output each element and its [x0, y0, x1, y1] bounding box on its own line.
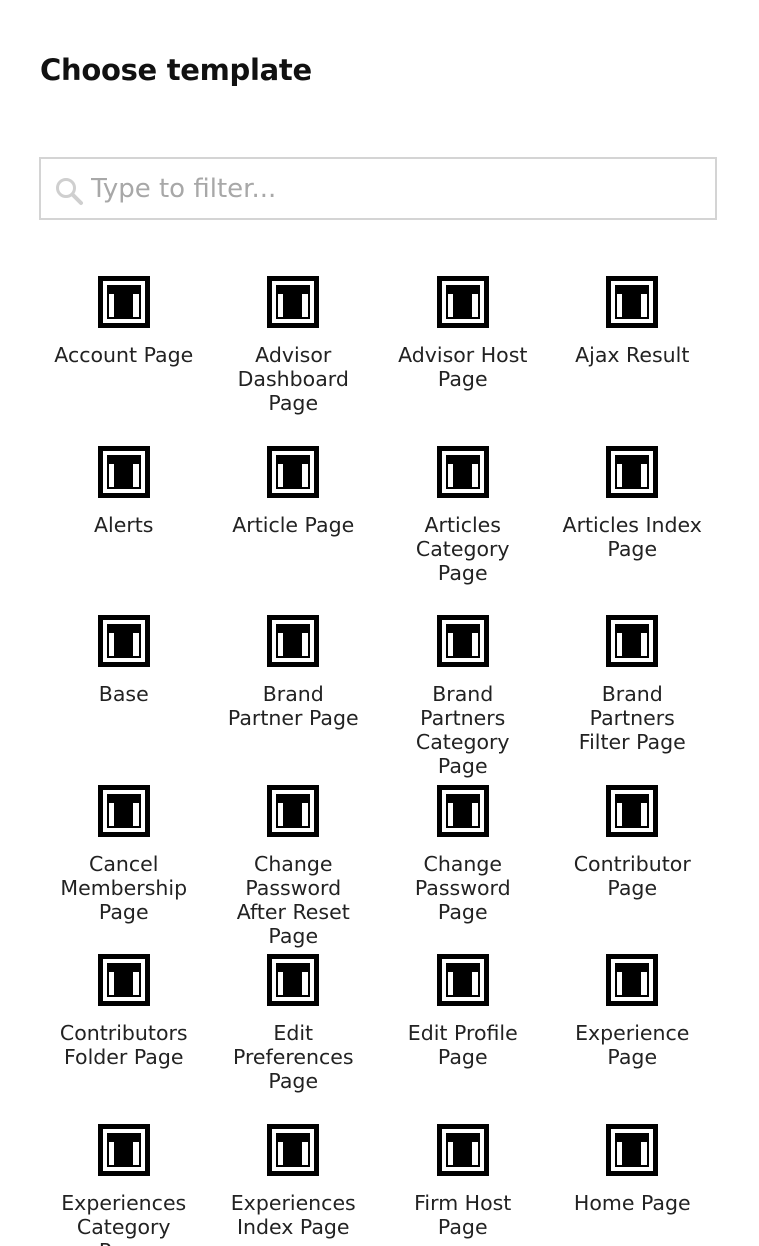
template-icon [267, 445, 320, 498]
choose-template-dialog: Choose template Account Page Advisor Das… [0, 0, 759, 1246]
template-icon [436, 784, 489, 837]
template-icon [267, 1123, 320, 1176]
template-label: Cancel Membership Page [60, 851, 188, 924]
template-label: Firm Host Page [414, 1190, 512, 1239]
template-icon [97, 1123, 150, 1176]
template-icon [97, 784, 150, 837]
template-label: Change Password Page [414, 851, 511, 924]
template-tile-account-page[interactable]: Account Page [39, 276, 209, 446]
template-tile-brand-partners-category-page[interactable]: Brand Partners Category Page [378, 615, 548, 785]
template-icon [606, 1123, 659, 1176]
template-label: Edit Profile Page [407, 1021, 518, 1069]
template-icon [97, 954, 150, 1006]
template-icon [606, 954, 659, 1006]
template-icon [436, 1123, 489, 1176]
template-label: Account Page [54, 343, 194, 367]
search-icon [56, 178, 83, 205]
template-icon [606, 784, 659, 837]
template-tile-contributors-folder-page[interactable]: Contributors Folder Page [39, 954, 209, 1124]
template-icon [97, 276, 150, 328]
template-icon [267, 276, 320, 328]
template-icon [97, 615, 150, 667]
template-tile-ajax-result[interactable]: Ajax Result [548, 276, 718, 446]
template-icon [606, 276, 659, 328]
template-icon [267, 615, 320, 667]
template-tile-edit-profile-page[interactable]: Edit Profile Page [378, 954, 548, 1124]
template-icon [436, 954, 489, 1006]
template-icon [606, 445, 659, 498]
template-icon [267, 784, 320, 837]
template-tile-experience-page[interactable]: Experience Page [548, 954, 718, 1124]
template-label: Change Password After Reset Page [236, 851, 350, 948]
template-icon [436, 276, 489, 328]
template-label: Edit Preferences Page [232, 1021, 354, 1093]
dialog-title: Choose template [40, 53, 312, 87]
filter-box[interactable] [39, 157, 717, 220]
template-label: Home Page [573, 1190, 691, 1215]
template-tile-contributor-page[interactable]: Contributor Page [548, 784, 718, 955]
template-label: Base [98, 682, 149, 706]
template-icon [267, 954, 320, 1006]
template-tile-alerts[interactable]: Alerts [39, 445, 209, 616]
template-tile-change-password-after-reset-page[interactable]: Change Password After Reset Page [209, 784, 379, 955]
template-tile-cancel-membership-page[interactable]: Cancel Membership Page [39, 784, 209, 955]
template-grid: Account Page Advisor Dashboard Page Advi… [39, 276, 717, 1246]
template-tile-firm-host-page[interactable]: Firm Host Page [378, 1123, 548, 1246]
template-tile-advisor-host-page[interactable]: Advisor Host Page [378, 276, 548, 446]
template-icon [606, 615, 659, 667]
template-label: Contributor Page [573, 851, 691, 900]
template-tile-change-password-page[interactable]: Change Password Page [378, 784, 548, 955]
template-tile-experiences-index-page[interactable]: Experiences Index Page [209, 1123, 379, 1246]
template-tile-advisor-dashboard-page[interactable]: Advisor Dashboard Page [209, 276, 379, 446]
template-icon [97, 445, 150, 498]
template-label: Brand Partners Category Page [415, 682, 510, 778]
template-tile-experiences-category-page[interactable]: Experiences Category Page [39, 1123, 209, 1246]
template-tile-brand-partner-page[interactable]: Brand Partner Page [209, 615, 379, 785]
template-tile-article-page[interactable]: Article Page [209, 445, 379, 616]
template-tile-edit-preferences-page[interactable]: Edit Preferences Page [209, 954, 379, 1124]
template-label: Experiences Category Page [61, 1190, 187, 1246]
template-tile-articles-category-page[interactable]: Articles Category Page [378, 445, 548, 616]
template-label: Advisor Dashboard Page [237, 343, 349, 415]
template-label: Brand Partners Filter Page [578, 682, 686, 754]
filter-input[interactable] [91, 159, 701, 218]
template-label: Articles Category Page [415, 512, 510, 585]
template-tile-brand-partners-filter-page[interactable]: Brand Partners Filter Page [548, 615, 718, 785]
template-label: Advisor Host Page [398, 343, 528, 391]
template-label: Brand Partner Page [227, 682, 359, 730]
template-label: Articles Index Page [562, 512, 702, 561]
template-label: Contributors Folder Page [59, 1021, 188, 1069]
template-label: Alerts [94, 512, 154, 537]
template-label: Article Page [232, 512, 355, 537]
template-label: Ajax Result [575, 343, 690, 367]
template-icon [436, 615, 489, 667]
template-tile-home-page[interactable]: Home Page [548, 1123, 718, 1246]
template-tile-base[interactable]: Base [39, 615, 209, 785]
template-label: Experiences Index Page [230, 1190, 356, 1239]
template-label: Experience Page [575, 1021, 690, 1069]
template-icon [436, 445, 489, 498]
template-tile-articles-index-page[interactable]: Articles Index Page [548, 445, 718, 616]
